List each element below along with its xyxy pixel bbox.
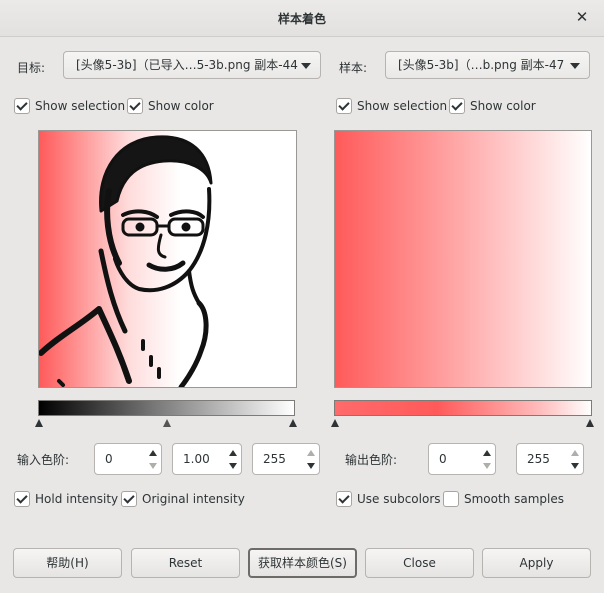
- increment-icon[interactable]: [149, 450, 157, 456]
- chevron-down-icon: [301, 63, 311, 69]
- input-low-spinner[interactable]: 0: [94, 443, 162, 475]
- increment-icon[interactable]: [483, 450, 491, 456]
- decrement-icon[interactable]: [571, 463, 579, 469]
- increment-icon[interactable]: [571, 450, 579, 456]
- sample-dropdown[interactable]: [头像5-3b]（…b.png 副本-47: [385, 51, 590, 79]
- input-levels-gradient: [38, 400, 295, 416]
- close-icon[interactable]: ✕: [574, 8, 590, 26]
- output-low-spinner[interactable]: 0: [428, 443, 496, 475]
- output-high-handle[interactable]: [586, 419, 594, 427]
- chevron-down-icon: [570, 63, 580, 69]
- sample-preview[interactable]: [334, 130, 592, 388]
- sample-gradient-image: [335, 131, 591, 387]
- increment-icon[interactable]: [229, 450, 237, 456]
- check-icon: [336, 491, 352, 507]
- input-low-handle[interactable]: [35, 419, 43, 427]
- check-icon: [14, 98, 30, 114]
- check-icon: [121, 491, 137, 507]
- apply-button[interactable]: Apply: [482, 548, 591, 578]
- get-sample-colors-button[interactable]: 获取样本颜色(S): [248, 548, 357, 578]
- output-levels-gradient: [334, 400, 592, 416]
- input-gamma-handle[interactable]: [163, 419, 171, 427]
- window-title: 样本着色: [277, 12, 326, 26]
- increment-icon[interactable]: [307, 450, 315, 456]
- help-button[interactable]: 帮助(H): [13, 548, 122, 578]
- check-icon: [449, 98, 465, 114]
- portrait-preview-image: [38, 131, 296, 390]
- decrement-icon[interactable]: [307, 463, 315, 469]
- decrement-icon[interactable]: [229, 463, 237, 469]
- close-button[interactable]: Close: [365, 548, 474, 578]
- sample-label: 样本:: [339, 61, 368, 75]
- target-preview[interactable]: [38, 130, 297, 390]
- input-high-spinner[interactable]: 255: [252, 443, 320, 475]
- decrement-icon[interactable]: [483, 463, 491, 469]
- target-label: 目标:: [17, 61, 46, 75]
- reset-button[interactable]: Reset: [131, 548, 240, 578]
- check-icon: [336, 98, 352, 114]
- output-levels-label: 输出色阶:: [345, 453, 398, 467]
- title-bar[interactable]: 样本着色 ✕: [0, 0, 604, 37]
- check-icon: [127, 98, 143, 114]
- output-low-handle[interactable]: [331, 419, 339, 427]
- check-icon: [14, 491, 30, 507]
- target-dropdown-value: [头像5-3b]（已导入…5-3b.png 副本-44: [76, 58, 298, 72]
- decrement-icon[interactable]: [149, 463, 157, 469]
- input-high-handle[interactable]: [289, 419, 297, 427]
- input-levels-label: 输入色阶:: [17, 453, 70, 467]
- sample-dropdown-value: [头像5-3b]（…b.png 副本-47: [398, 58, 565, 72]
- input-gamma-spinner[interactable]: 1.00: [172, 443, 242, 475]
- output-high-spinner[interactable]: 255: [516, 443, 584, 475]
- target-dropdown[interactable]: [头像5-3b]（已导入…5-3b.png 副本-44: [63, 51, 321, 79]
